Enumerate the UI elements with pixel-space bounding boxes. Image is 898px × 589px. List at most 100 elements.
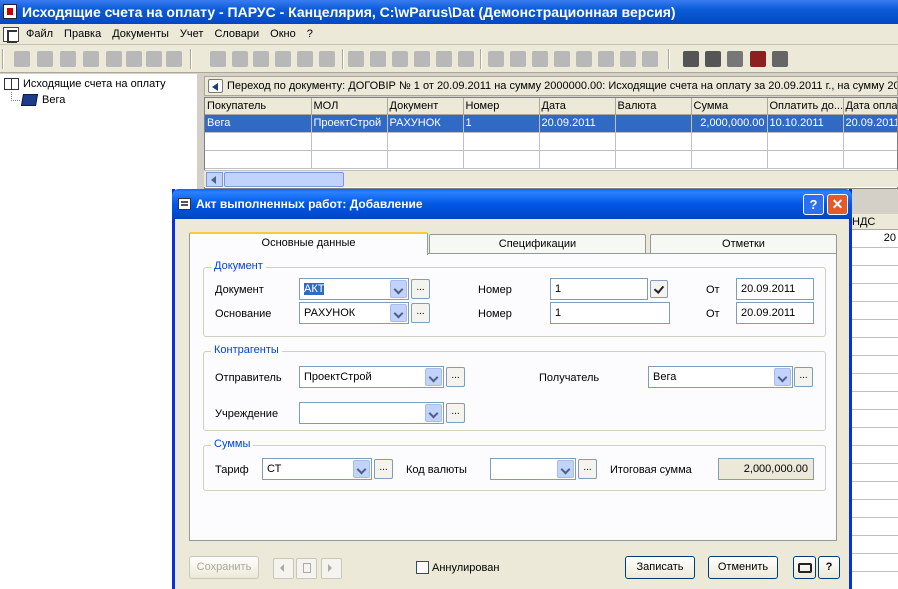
archive-icon[interactable] — [392, 51, 408, 67]
exit-icon[interactable] — [772, 51, 788, 67]
from2-date-field[interactable]: 20.09.2011 — [736, 302, 814, 324]
tariff-combo[interactable]: СТ — [262, 458, 372, 480]
menu-documents[interactable]: Документы — [112, 28, 169, 40]
shield-icon[interactable] — [436, 51, 452, 67]
package-icon[interactable] — [166, 51, 182, 67]
message-icon[interactable] — [348, 51, 364, 67]
person-icon[interactable] — [488, 51, 504, 67]
cancel-button[interactable]: Отменить — [708, 556, 778, 579]
export-icon[interactable] — [253, 51, 269, 67]
tab-marks[interactable]: Отметки — [650, 234, 837, 254]
chevron-down-icon[interactable] — [425, 404, 442, 422]
refresh-icon[interactable] — [126, 51, 142, 67]
copy-record-icon[interactable] — [37, 51, 53, 67]
folder-icon[interactable] — [458, 51, 474, 67]
help-button[interactable]: ? — [803, 194, 824, 215]
document-dots-button[interactable]: ... — [411, 279, 430, 299]
menu-window[interactable]: Окно — [270, 28, 296, 40]
next-record-button[interactable] — [321, 558, 342, 579]
filter-icon[interactable] — [106, 51, 122, 67]
sender-dots-button[interactable]: ... — [446, 367, 465, 387]
print-icon[interactable] — [146, 51, 162, 67]
spec-header-vat[interactable]: НДС — [850, 214, 898, 230]
upload-icon[interactable] — [297, 51, 313, 67]
calculator-icon[interactable] — [683, 51, 699, 67]
col-document[interactable]: Документ — [387, 98, 464, 115]
tab-main-data[interactable]: Основные данные — [189, 232, 428, 255]
chevron-down-icon[interactable] — [353, 460, 370, 478]
edit-record-icon[interactable] — [60, 51, 76, 67]
menu-accounting[interactable]: Учет — [180, 28, 204, 40]
stamp-icon[interactable] — [414, 51, 430, 67]
receiver-dots-button[interactable]: ... — [794, 367, 813, 387]
import-icon[interactable] — [275, 51, 291, 67]
sign-icon[interactable] — [598, 51, 614, 67]
menu-dictionaries[interactable]: Словари — [214, 28, 259, 40]
sender-combo[interactable]: ПроектСтрой — [299, 366, 444, 388]
institution-combo[interactable] — [299, 402, 444, 424]
number2-field[interactable]: 1 — [550, 302, 670, 324]
save-button[interactable]: Сохранить — [189, 556, 259, 579]
basis-dots-button[interactable]: ... — [411, 303, 430, 323]
document-link-icon[interactable] — [232, 51, 248, 67]
receiver-combo[interactable]: Вега — [648, 366, 793, 388]
tree-child-item[interactable]: Вега — [20, 94, 65, 106]
new-record-icon[interactable] — [14, 51, 30, 67]
number-field[interactable]: 1 — [550, 278, 648, 300]
scroll-left-icon[interactable] — [206, 172, 223, 187]
chevron-down-icon[interactable] — [774, 368, 791, 386]
col-number[interactable]: Номер — [463, 98, 540, 115]
col-date[interactable]: Дата — [539, 98, 616, 115]
annulled-checkbox[interactable] — [416, 561, 429, 574]
currency-icon[interactable] — [510, 51, 526, 67]
attach-icon[interactable] — [319, 51, 335, 67]
check-icon[interactable] — [650, 280, 668, 298]
col-pay-until[interactable]: Оплатить до... — [767, 98, 844, 115]
col-pay-date[interactable]: Дата оплат — [843, 98, 897, 115]
col-currency[interactable]: Валюта — [615, 98, 692, 115]
tools-icon[interactable] — [705, 51, 721, 67]
chevron-down-icon[interactable] — [557, 460, 574, 478]
record-button[interactable]: Записать — [625, 556, 695, 579]
col-mol[interactable]: МОЛ — [311, 98, 388, 115]
record-info-button[interactable] — [296, 558, 317, 579]
col-sum[interactable]: Сумма — [691, 98, 768, 115]
chevron-down-icon[interactable] — [425, 368, 442, 386]
previous-record-button[interactable] — [273, 558, 294, 579]
print-button[interactable] — [793, 556, 816, 579]
menu-file[interactable]: Файл — [26, 28, 53, 40]
col-buyer[interactable]: Покупатель — [205, 98, 312, 115]
currency-dots-button[interactable]: ... — [578, 459, 597, 479]
table-row-empty[interactable] — [205, 132, 897, 151]
horizontal-scrollbar[interactable] — [204, 170, 898, 187]
scroll-thumb[interactable] — [224, 172, 344, 187]
tree-root-item[interactable]: Исходящие счета на оплату — [4, 78, 166, 90]
tab-specifications[interactable]: Спецификации — [429, 234, 646, 254]
folder-dark-icon[interactable] — [727, 51, 743, 67]
inbox-icon[interactable] — [210, 51, 226, 67]
group-icon[interactable] — [554, 51, 570, 67]
close-button[interactable]: ✕ — [827, 194, 848, 215]
inbox-tray-icon[interactable] — [620, 51, 636, 67]
menu-help[interactable]: ? — [307, 28, 313, 40]
delete-icon[interactable] — [83, 51, 99, 67]
menu-edit[interactable]: Правка — [64, 28, 101, 40]
chevron-down-icon[interactable] — [390, 280, 407, 298]
from-date-field[interactable]: 20.09.2011 — [736, 278, 814, 300]
back-arrow-icon[interactable] — [208, 79, 223, 93]
document-combo[interactable]: АКТ — [299, 278, 409, 300]
table-row-empty[interactable] — [205, 150, 897, 169]
tariff-dots-button[interactable]: ... — [374, 459, 393, 479]
link-icon[interactable] — [532, 51, 548, 67]
basis-combo[interactable]: РАХУНОК — [299, 302, 409, 324]
user-icon[interactable] — [750, 51, 766, 67]
comment-icon[interactable] — [370, 51, 386, 67]
settings-doc-icon[interactable] — [576, 51, 592, 67]
list-icon[interactable] — [642, 51, 658, 67]
table-row[interactable]: Вега ПроектСтрой РАХУНОК 1 20.09.2011 2,… — [205, 114, 897, 133]
help2-button[interactable]: ? — [818, 556, 840, 579]
system-menu-icon[interactable] — [3, 27, 19, 43]
currency-code-combo[interactable] — [490, 458, 576, 480]
institution-dots-button[interactable]: ... — [446, 403, 465, 423]
chevron-down-icon[interactable] — [390, 304, 407, 322]
